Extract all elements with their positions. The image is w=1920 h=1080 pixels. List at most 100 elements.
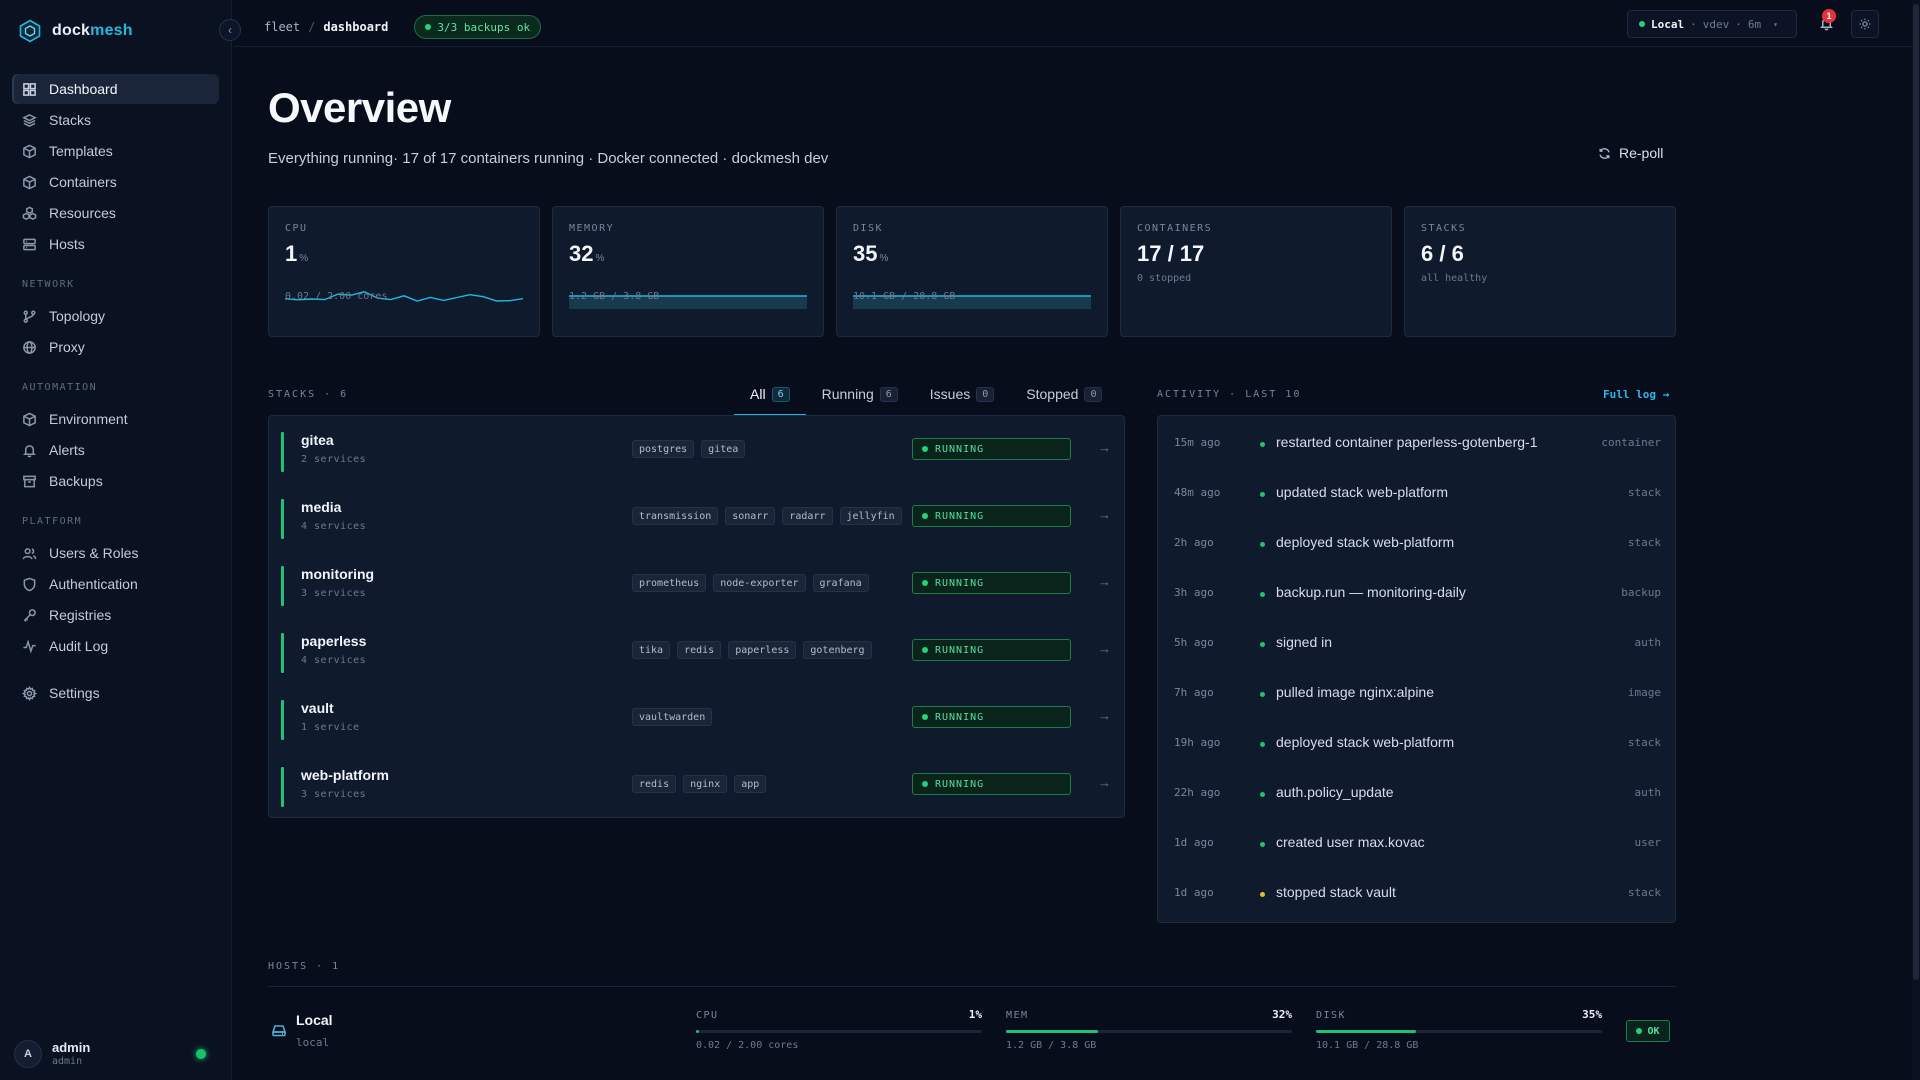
theme-toggle-button[interactable] — [1851, 10, 1879, 38]
sidebar-item-environment[interactable]: Environment — [12, 404, 219, 434]
stat-subtext: 1.2 GB / 3.8 GB — [569, 291, 660, 302]
activity-item[interactable]: 1d ago created user max.kovac user — [1174, 832, 1661, 856]
user-role: admin — [52, 1056, 83, 1067]
status-dot — [922, 580, 928, 586]
stack-status-bar — [281, 499, 284, 539]
image-chip: radarr — [782, 507, 833, 525]
activity-text: restarted container paperless-gotenberg-… — [1276, 434, 1538, 450]
host-selector[interactable]: Local · vdev · 6m ▾ — [1627, 10, 1797, 38]
sidebar-item-settings[interactable]: Settings — [12, 678, 219, 708]
status-badge: RUNNING — [912, 773, 1071, 795]
box-icon — [23, 144, 36, 158]
key-icon — [23, 608, 36, 622]
sidebar-item-topology[interactable]: Topology — [12, 301, 219, 331]
host-status-text: OK — [1647, 1025, 1660, 1037]
stack-name: vault — [301, 700, 334, 716]
page-subtitle: Everything running· 17 of 17 containers … — [268, 150, 829, 167]
repoll-button[interactable]: Re-poll — [1598, 145, 1663, 161]
stat-label: MEMORY — [569, 223, 615, 234]
sidebar-item-label: Topology — [49, 308, 106, 324]
activity-status-dot — [1260, 892, 1265, 897]
sidebar-item-dashboard[interactable]: Dashboard — [12, 74, 219, 104]
activity-status-dot — [1260, 792, 1265, 797]
stack-row-vault[interactable]: vault 1 service vaultwarden RUNNING → — [281, 698, 1114, 750]
stack-row-web-platform[interactable]: web-platform 3 services redis nginx app … — [281, 765, 1114, 817]
backup-status-badge[interactable]: 3/3 backups ok — [414, 15, 542, 39]
tab-running[interactable]: Running 6 — [806, 380, 914, 416]
stack-row-paperless[interactable]: paperless 4 services tika redis paperles… — [281, 631, 1114, 683]
activity-type: image — [1627, 686, 1661, 699]
sidebar-item-alerts[interactable]: Alerts — [12, 435, 219, 465]
tab-stopped[interactable]: Stopped 0 — [1010, 380, 1118, 416]
activity-item[interactable]: 7h ago pulled image nginx:alpine image — [1174, 682, 1661, 706]
sidebar-item-audit-log[interactable]: Audit Log — [12, 631, 219, 661]
sidebar-item-templates[interactable]: Templates — [12, 136, 219, 166]
page-scrollbar[interactable] — [1912, 0, 1920, 1080]
activity-item[interactable]: 3h ago backup.run — monitoring-daily bac… — [1174, 582, 1661, 606]
sidebar-item-proxy[interactable]: Proxy — [12, 332, 219, 362]
activity-item[interactable]: 2h ago deployed stack web-platform stack — [1174, 532, 1661, 556]
boxes-icon — [22, 206, 37, 220]
arrow-right-icon[interactable]: → — [1098, 708, 1111, 723]
status-dot — [922, 446, 928, 452]
user-menu[interactable]: A admin admin — [14, 1039, 214, 1069]
activity-item[interactable]: 48m ago updated stack web-platform stack — [1174, 482, 1661, 506]
arrow-right-icon[interactable]: → — [1098, 641, 1111, 656]
status-badge: RUNNING — [912, 572, 1071, 594]
stat-subtext: 0.02 / 2.00 cores — [285, 291, 388, 302]
scrollbar-thumb[interactable] — [1913, 4, 1919, 980]
arrow-right-icon[interactable]: → — [1098, 775, 1111, 790]
tab-issues[interactable]: Issues 0 — [914, 380, 1011, 416]
sidebar-item-stacks[interactable]: Stacks — [12, 105, 219, 135]
stack-row-media[interactable]: media 4 services transmission sonarr rad… — [281, 497, 1114, 549]
sidebar-item-containers[interactable]: Containers — [12, 167, 219, 197]
sidebar-item-authentication[interactable]: Authentication — [12, 569, 219, 599]
brand-logo[interactable]: dockmesh — [18, 18, 133, 44]
stat-subtext: 0 stopped — [1137, 273, 1192, 284]
stack-row-monitoring[interactable]: monitoring 3 services prometheus node-ex… — [281, 564, 1114, 616]
sidebar-item-backups[interactable]: Backups — [12, 466, 219, 496]
activity-item[interactable]: 5h ago signed in auth — [1174, 632, 1661, 656]
meter-label: CPU — [696, 1010, 719, 1021]
activity-item[interactable]: 15m ago restarted container paperless-go… — [1174, 432, 1661, 456]
stack-service-count: 3 services — [301, 588, 367, 599]
image-chip: gotenberg — [803, 641, 872, 659]
status-badge: RUNNING — [912, 706, 1071, 728]
activity-item[interactable]: 22h ago auth.policy_update auth — [1174, 782, 1661, 806]
meter-track — [696, 1030, 982, 1033]
status-dot — [425, 24, 432, 30]
layers-icon — [22, 113, 37, 127]
activity-status-dot — [1260, 592, 1265, 597]
arrow-right-icon[interactable]: → — [1098, 507, 1111, 522]
status-badge: RUNNING — [912, 438, 1071, 460]
tab-all[interactable]: All 6 — [734, 380, 806, 416]
stat-label: STACKS — [1421, 223, 1467, 234]
host-name: Local — [296, 1012, 333, 1028]
arrow-right-icon[interactable]: → — [1098, 574, 1111, 589]
meter-fill — [1316, 1030, 1417, 1033]
stat-value: 35% — [853, 241, 888, 267]
stack-name: web-platform — [301, 767, 389, 783]
image-chip: prometheus — [632, 574, 707, 592]
stack-row-gitea[interactable]: gitea 2 services postgres gitea RUNNING … — [281, 430, 1114, 482]
status-dot — [922, 781, 928, 787]
full-log-link[interactable]: Full log → — [1603, 388, 1669, 401]
breadcrumb-separator: / — [308, 20, 316, 34]
sidebar-item-label: Backups — [49, 473, 103, 489]
activity-text: pulled image nginx:alpine — [1276, 684, 1434, 700]
branch-icon — [23, 310, 36, 323]
breadcrumb-fleet[interactable]: fleet — [264, 20, 300, 34]
sidebar-item-hosts[interactable]: Hosts — [12, 229, 219, 259]
sidebar-item-users-roles[interactable]: Users & Roles — [12, 538, 219, 568]
sidebar-item-resources[interactable]: Resources — [12, 198, 219, 228]
stack-status-bar — [281, 767, 284, 807]
arrow-right-icon[interactable]: → — [1098, 440, 1111, 455]
activity-item[interactable]: 1d ago stopped stack vault stack — [1174, 882, 1661, 906]
stack-status-bar — [281, 700, 284, 740]
meter-percent: 1% — [968, 1008, 982, 1021]
activity-item[interactable]: 19h ago deployed stack web-platform stac… — [1174, 732, 1661, 756]
meter-label: MEM — [1006, 1010, 1029, 1021]
status-dot — [922, 647, 928, 653]
sidebar-item-registries[interactable]: Registries — [12, 600, 219, 630]
